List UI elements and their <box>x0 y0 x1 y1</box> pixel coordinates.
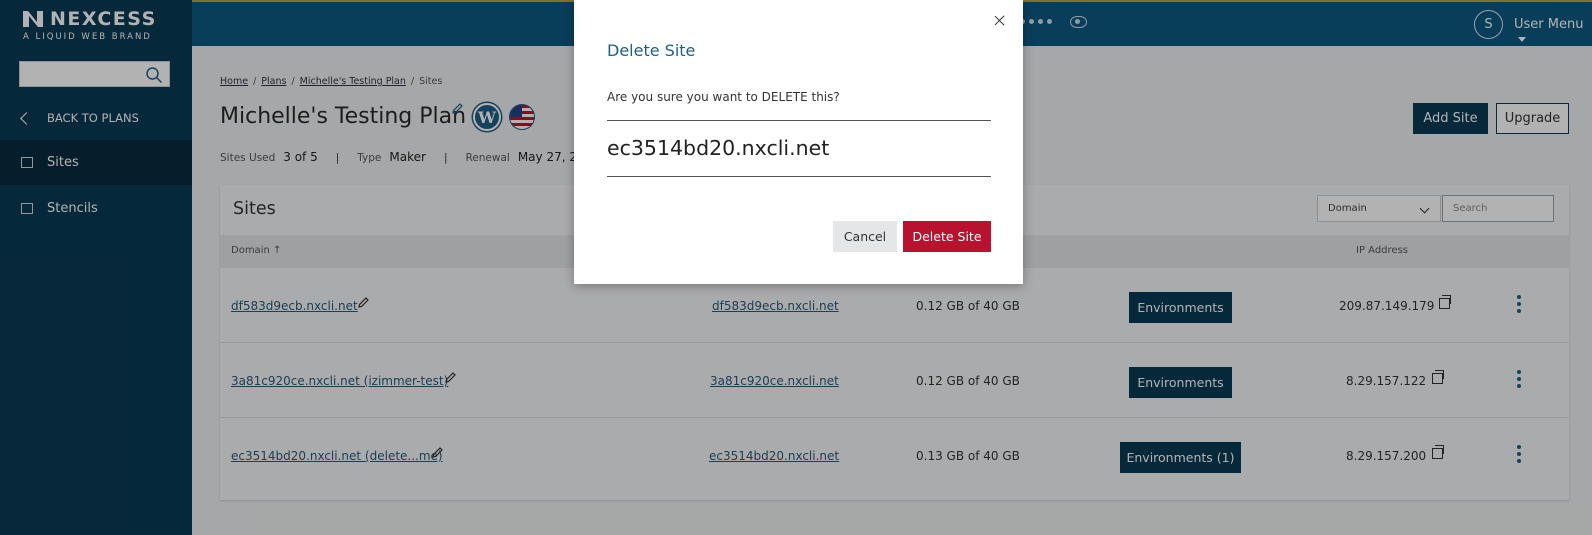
divider <box>607 120 991 121</box>
divider <box>607 176 991 177</box>
close-icon[interactable] <box>993 14 1007 28</box>
modal-question: Are you sure you want to DELETE this? <box>607 90 840 104</box>
delete-site-modal: Delete Site Are you sure you want to DEL… <box>574 0 1023 284</box>
modal-title: Delete Site <box>607 41 696 60</box>
cancel-button[interactable]: Cancel <box>833 221 897 252</box>
delete-site-button[interactable]: Delete Site <box>903 221 991 252</box>
modal-domain: ec3514bd20.nxcli.net <box>607 136 830 160</box>
